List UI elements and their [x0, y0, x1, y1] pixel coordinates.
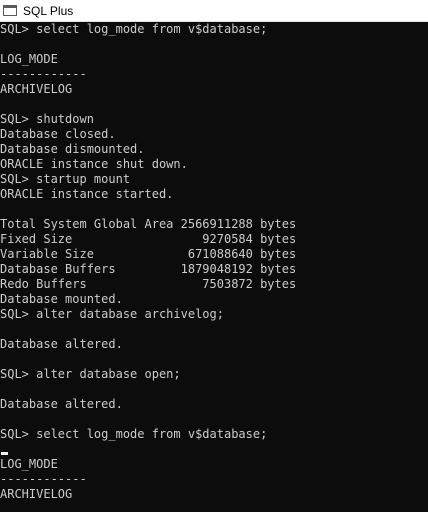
console-line: LOG_MODE: [0, 52, 58, 66]
console-line: ------------: [0, 472, 87, 486]
console-line: LOG_MODE: [0, 457, 58, 471]
console-line: Database altered.: [0, 397, 123, 411]
text-cursor: [1, 452, 8, 455]
console-line: SQL> startup mount: [0, 172, 131, 186]
console-line: ------------: [0, 67, 87, 81]
console-line: SQL> alter database archivelog;: [0, 307, 224, 321]
console-line: Fixed Size 9270584 bytes: [0, 232, 297, 246]
console-line: SQL> select log_mode from v$database;: [0, 427, 268, 441]
console-line: ORACLE instance shut down.: [0, 157, 188, 171]
console-line: Database altered.: [0, 337, 123, 351]
console-line: SQL> alter database open;: [0, 367, 181, 381]
console-line: Database Buffers 1879048192 bytes: [0, 262, 297, 276]
console-line: SQL> shutdown: [0, 112, 94, 126]
sqlplus-window: SQL Plus SQL> select log_mode from v$dat…: [0, 0, 428, 512]
console-line: Database mounted.: [0, 292, 123, 306]
console-line: SQL> select log_mode from v$database;: [0, 22, 268, 36]
console-line: ARCHIVELOG: [0, 487, 73, 501]
console-window-icon: [3, 5, 17, 16]
console-line: ARCHIVELOG: [0, 82, 73, 96]
title-bar[interactable]: SQL Plus: [0, 0, 428, 22]
console-line: Total System Global Area 2566911288 byte…: [0, 217, 297, 231]
window-title: SQL Plus: [23, 3, 74, 18]
console-line: Redo Buffers 7503872 bytes: [0, 277, 297, 291]
console-line: ORACLE instance started.: [0, 187, 174, 201]
console-line: Variable Size 671088640 bytes: [0, 247, 297, 261]
console-line: Database closed.: [0, 127, 116, 141]
console-line: Database dismounted.: [0, 142, 145, 156]
console-output[interactable]: SQL> select log_mode from v$database; LO…: [0, 22, 428, 512]
